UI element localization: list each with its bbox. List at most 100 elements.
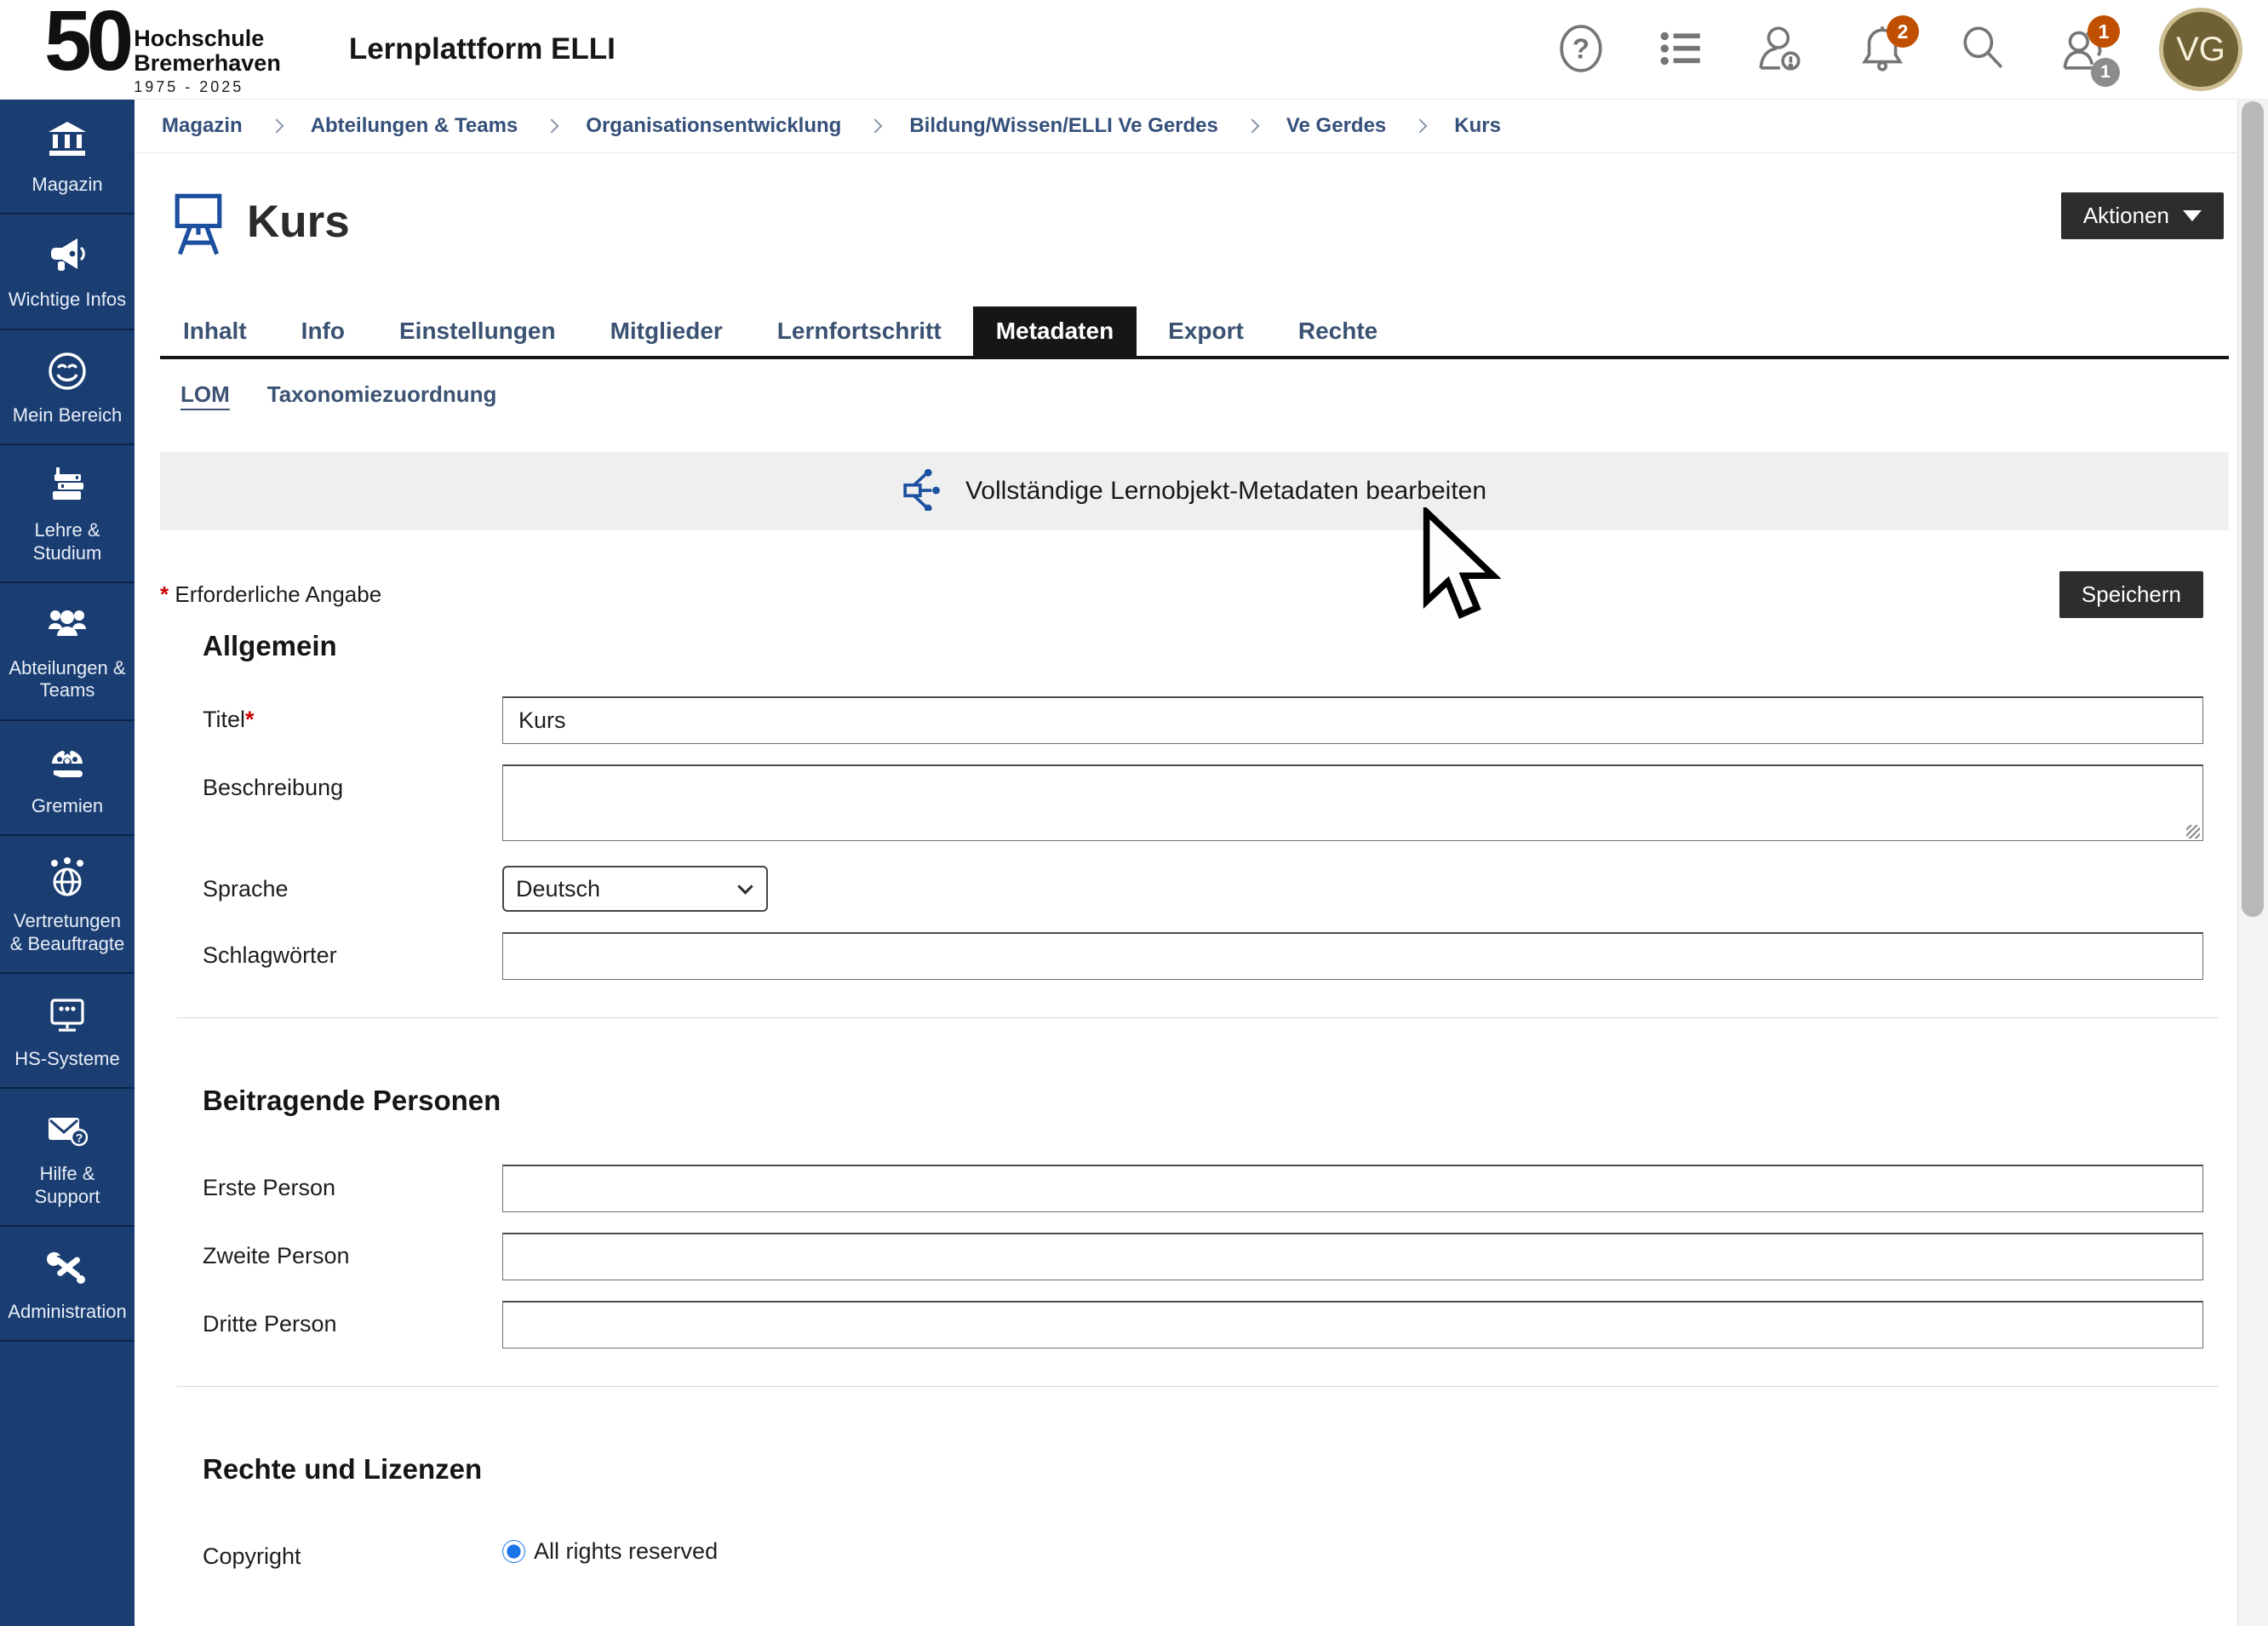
zweite-person-input[interactable]: [502, 1233, 2203, 1280]
edit-full-metadata-label: Vollständige Lernobjekt-Metadaten bearbe…: [965, 477, 1486, 506]
dritte-person-input[interactable]: [502, 1301, 2203, 1348]
contacts-badge-secondary: 1: [2091, 58, 2120, 87]
subtab-bar: LOM Taxonomiezuordnung: [160, 378, 2229, 411]
tab-inhalt[interactable]: Inhalt: [160, 306, 270, 356]
sidebar-item-gremien[interactable]: Gremien: [0, 721, 135, 836]
chevron-right-icon: [1413, 119, 1428, 134]
tab-export[interactable]: Export: [1145, 306, 1267, 356]
megaphone-icon: [47, 235, 88, 278]
sprache-select[interactable]: Deutsch: [502, 866, 768, 912]
breadcrumb-item-abteilungen[interactable]: Abteilungen & Teams: [311, 114, 518, 138]
edit-full-metadata-banner[interactable]: Vollständige Lernobjekt-Metadaten bearbe…: [160, 452, 2229, 530]
breadcrumb-item-ve-gerdes[interactable]: Ve Gerdes: [1286, 114, 1386, 138]
titel-input[interactable]: [502, 696, 2203, 744]
assembly-icon: [47, 741, 88, 785]
copyright-label: Copyright: [160, 1533, 502, 1570]
globe-people-icon: [47, 856, 88, 900]
metadata-hub-icon: [902, 468, 945, 515]
sidebar-item-wichtige-infos[interactable]: Wichtige Infos: [0, 215, 135, 329]
sidebar-item-hilfe-support[interactable]: ? Hilfe & Support: [0, 1089, 135, 1227]
awareness-button[interactable]: [1757, 22, 1807, 77]
tab-bar: Inhalt Info Einstellungen Mitglieder Ler…: [160, 306, 2229, 359]
scrollbar-thumb[interactable]: [2242, 101, 2264, 917]
search-button[interactable]: [1958, 22, 2007, 77]
sidebar-item-magazin[interactable]: Magazin: [0, 100, 135, 215]
sidebar-item-label: Mein Bereich: [13, 404, 122, 427]
copyright-radio[interactable]: [502, 1540, 525, 1563]
sidebar-item-label: Gremien: [32, 795, 103, 817]
bank-icon: [47, 120, 88, 163]
monitor-icon: [47, 994, 88, 1038]
zweite-person-label: Zweite Person: [160, 1233, 502, 1280]
sidebar-item-abteilungen-teams[interactable]: Abteilungen & Teams: [0, 583, 135, 721]
todo-list-button[interactable]: [1657, 22, 1706, 77]
tab-info[interactable]: Info: [278, 306, 368, 356]
sidebar-item-lehre-studium[interactable]: Lehre & Studium: [0, 445, 135, 583]
breadcrumb: Magazin Abteilungen & Teams Organisation…: [135, 100, 2237, 153]
logo-institution-line1: Hochschule: [134, 26, 281, 50]
tab-mitglieder[interactable]: Mitglieder: [587, 306, 746, 356]
contacts-badge-primary: 1: [2088, 15, 2120, 48]
sidebar-item-vertretungen-beauftragte[interactable]: Vertretungen & Beauftragte: [0, 836, 135, 974]
top-header: 50 Hochschule Bremerhaven 1975 - 2025 Le…: [0, 0, 2268, 100]
tab-metadaten[interactable]: Metadaten: [973, 306, 1137, 356]
svg-text:?: ?: [1572, 33, 1589, 65]
erste-person-input[interactable]: [502, 1165, 2203, 1212]
resize-grip-icon[interactable]: [2186, 825, 2200, 839]
help-icon: ?: [1558, 24, 1604, 76]
required-note: * Erforderliche Angabe: [160, 581, 381, 608]
sidebar-item-mein-bereich[interactable]: Mein Bereich: [0, 330, 135, 445]
list-icon: [1658, 26, 1704, 74]
help-button[interactable]: ?: [1556, 22, 1606, 77]
scrollbar[interactable]: [2237, 100, 2268, 1626]
section-heading-beitragende: Beitragende Personen: [160, 1085, 2229, 1117]
chevron-right-icon: [1245, 119, 1259, 134]
notifications-badge: 2: [1887, 15, 1919, 48]
required-asterisk: *: [160, 581, 169, 607]
notifications-button[interactable]: 2: [1858, 22, 1907, 77]
page-title: Kurs: [247, 196, 350, 248]
beschreibung-textarea[interactable]: [502, 764, 2203, 841]
app-title: Lernplattform ELLI: [349, 32, 616, 66]
subtab-taxonomiezuordnung[interactable]: Taxonomiezuordnung: [267, 378, 497, 411]
breadcrumb-item-magazin[interactable]: Magazin: [162, 114, 243, 138]
books-icon: [47, 466, 88, 509]
schlagwoerter-input[interactable]: [502, 932, 2203, 980]
people-group-icon: [47, 604, 88, 647]
save-button-label: Speichern: [2082, 581, 2181, 608]
save-button[interactable]: Speichern: [2059, 571, 2203, 618]
section-heading-allgemein: Allgemein: [160, 630, 2229, 662]
actions-button[interactable]: Aktionen: [2061, 192, 2224, 239]
sidebar-item-hs-systeme[interactable]: HS-Systeme: [0, 974, 135, 1089]
breadcrumb-item-kurs[interactable]: Kurs: [1454, 114, 1501, 138]
caret-down-icon: [2183, 210, 2202, 221]
schlagwoerter-label: Schlagwörter: [160, 932, 502, 980]
breadcrumb-item-bildung-wissen[interactable]: Bildung/Wissen/ELLI Ve Gerdes: [909, 114, 1218, 138]
mail-question-icon: ?: [47, 1109, 88, 1153]
tab-lernfortschritt[interactable]: Lernfortschritt: [754, 306, 965, 356]
tab-einstellungen[interactable]: Einstellungen: [376, 306, 579, 356]
sidebar-item-label: Vertretungen & Beauftragte: [5, 910, 129, 955]
sidebar-item-administration[interactable]: Administration: [0, 1227, 135, 1342]
chevron-right-icon: [868, 119, 883, 134]
sidebar-item-label: Wichtige Infos: [9, 289, 126, 311]
course-easel-icon: [172, 189, 225, 254]
svg-text:?: ?: [76, 1131, 83, 1145]
main-content: Magazin Abteilungen & Teams Organisation…: [135, 100, 2237, 1626]
university-logo: 50 Hochschule Bremerhaven 1975 - 2025: [44, 3, 281, 95]
sidebar-item-label: Administration: [8, 1301, 126, 1323]
chevron-right-icon: [269, 119, 284, 134]
breadcrumb-item-organisationsentwicklung[interactable]: Organisationsentwicklung: [586, 114, 841, 138]
tab-rechte[interactable]: Rechte: [1275, 306, 1400, 356]
required-asterisk: *: [245, 707, 255, 732]
dritte-person-label: Dritte Person: [160, 1301, 502, 1348]
logo-50-text: 50: [44, 3, 129, 79]
sidebar-item-label: HS-Systeme: [14, 1048, 119, 1070]
sidebar-item-label: Magazin: [32, 174, 102, 196]
contacts-button[interactable]: 1 1: [2059, 22, 2108, 77]
sidebar-item-label: Lehre & Studium: [5, 519, 129, 564]
avatar[interactable]: VG: [2159, 8, 2242, 91]
subtab-lom[interactable]: LOM: [180, 378, 230, 411]
actions-button-label: Aktionen: [2083, 203, 2169, 229]
person-alert-icon: [1757, 24, 1807, 76]
